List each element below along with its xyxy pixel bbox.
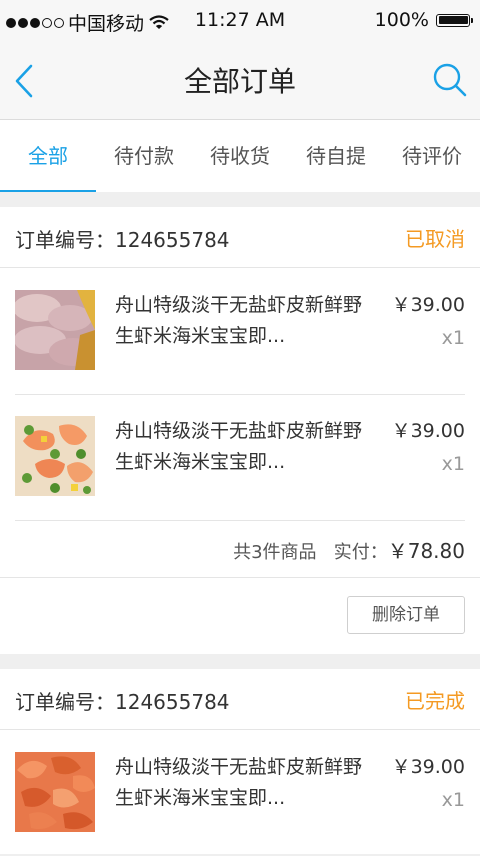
- delete-order-button[interactable]: 删除订单: [347, 596, 465, 634]
- product-price: ￥39.00: [391, 420, 465, 442]
- product-thumbnail-dried-shrimp: [15, 752, 95, 832]
- order-summary: 共3件商品 实付：￥78.80: [0, 520, 480, 578]
- product-price: ￥39.00: [391, 294, 465, 316]
- product-thumbnail-shrimp-peas: [15, 416, 95, 496]
- tab-pending-review[interactable]: 待评价: [384, 120, 480, 192]
- order-item[interactable]: 舟山特级淡干无盐虾皮新鲜野生虾米海米宝宝即... ￥39.00 x1: [0, 268, 480, 394]
- battery-percent: 100%: [374, 9, 429, 31]
- order-card: 订单编号：124655784 已取消 舟山特级淡干无盐虾皮新鲜野生虾米海米宝宝即…: [0, 207, 480, 654]
- product-quantity: x1: [441, 789, 465, 811]
- battery-icon: [436, 13, 473, 27]
- order-number: 订单编号：124655784: [15, 690, 230, 714]
- paid-label: 实付：: [333, 542, 388, 563]
- navigation-bar: 全部订单: [0, 40, 480, 120]
- back-chevron-icon[interactable]: [12, 62, 40, 100]
- order-item[interactable]: 舟山特级淡干无盐虾皮新鲜野生虾米海米宝宝即... ￥39.00 x1: [0, 394, 480, 520]
- product-price: ￥39.00: [391, 756, 465, 778]
- order-number: 订单编号：124655784: [15, 228, 230, 252]
- product-title: 舟山特级淡干无盐虾皮新鲜野生虾米海米宝宝即...: [115, 294, 363, 347]
- product-title: 舟山特级淡干无盐虾皮新鲜野生虾米海米宝宝即...: [115, 756, 363, 809]
- status-bar: 中国移动 11:27 AM 100%: [0, 0, 480, 40]
- product-thumbnail-raw-shrimp: [15, 290, 95, 370]
- order-filter-tabs: 全部 待付款 待收货 待自提 待评价: [0, 120, 480, 192]
- product-quantity: x1: [441, 327, 465, 349]
- tab-pending-pickup[interactable]: 待自提: [288, 120, 384, 192]
- product-title: 舟山特级淡干无盐虾皮新鲜野生虾米海米宝宝即...: [115, 420, 363, 473]
- order-header: 订单编号：124655784 已取消: [0, 207, 480, 268]
- search-icon[interactable]: [432, 62, 468, 98]
- order-status-badge: 已取消: [405, 227, 465, 251]
- tab-pending-receipt[interactable]: 待收货: [192, 120, 288, 192]
- tab-pending-payment[interactable]: 待付款: [96, 120, 192, 192]
- product-quantity: x1: [441, 453, 465, 475]
- order-actions: 删除订单: [0, 578, 480, 654]
- tab-all[interactable]: 全部: [0, 120, 96, 192]
- order-card: 订单编号：124655784 已完成 舟山特级淡干无盐虾皮新鲜野生虾米海米宝宝即…: [0, 669, 480, 854]
- order-header: 订单编号：124655784 已完成: [0, 669, 480, 730]
- order-item[interactable]: 舟山特级淡干无盐虾皮新鲜野生虾米海米宝宝即... ￥39.00 x1: [0, 730, 480, 856]
- paid-amount: ￥78.80: [387, 539, 465, 563]
- order-status-badge: 已完成: [405, 689, 465, 713]
- page-title: 全部订单: [183, 65, 296, 98]
- item-count: 共3件商品: [233, 542, 317, 563]
